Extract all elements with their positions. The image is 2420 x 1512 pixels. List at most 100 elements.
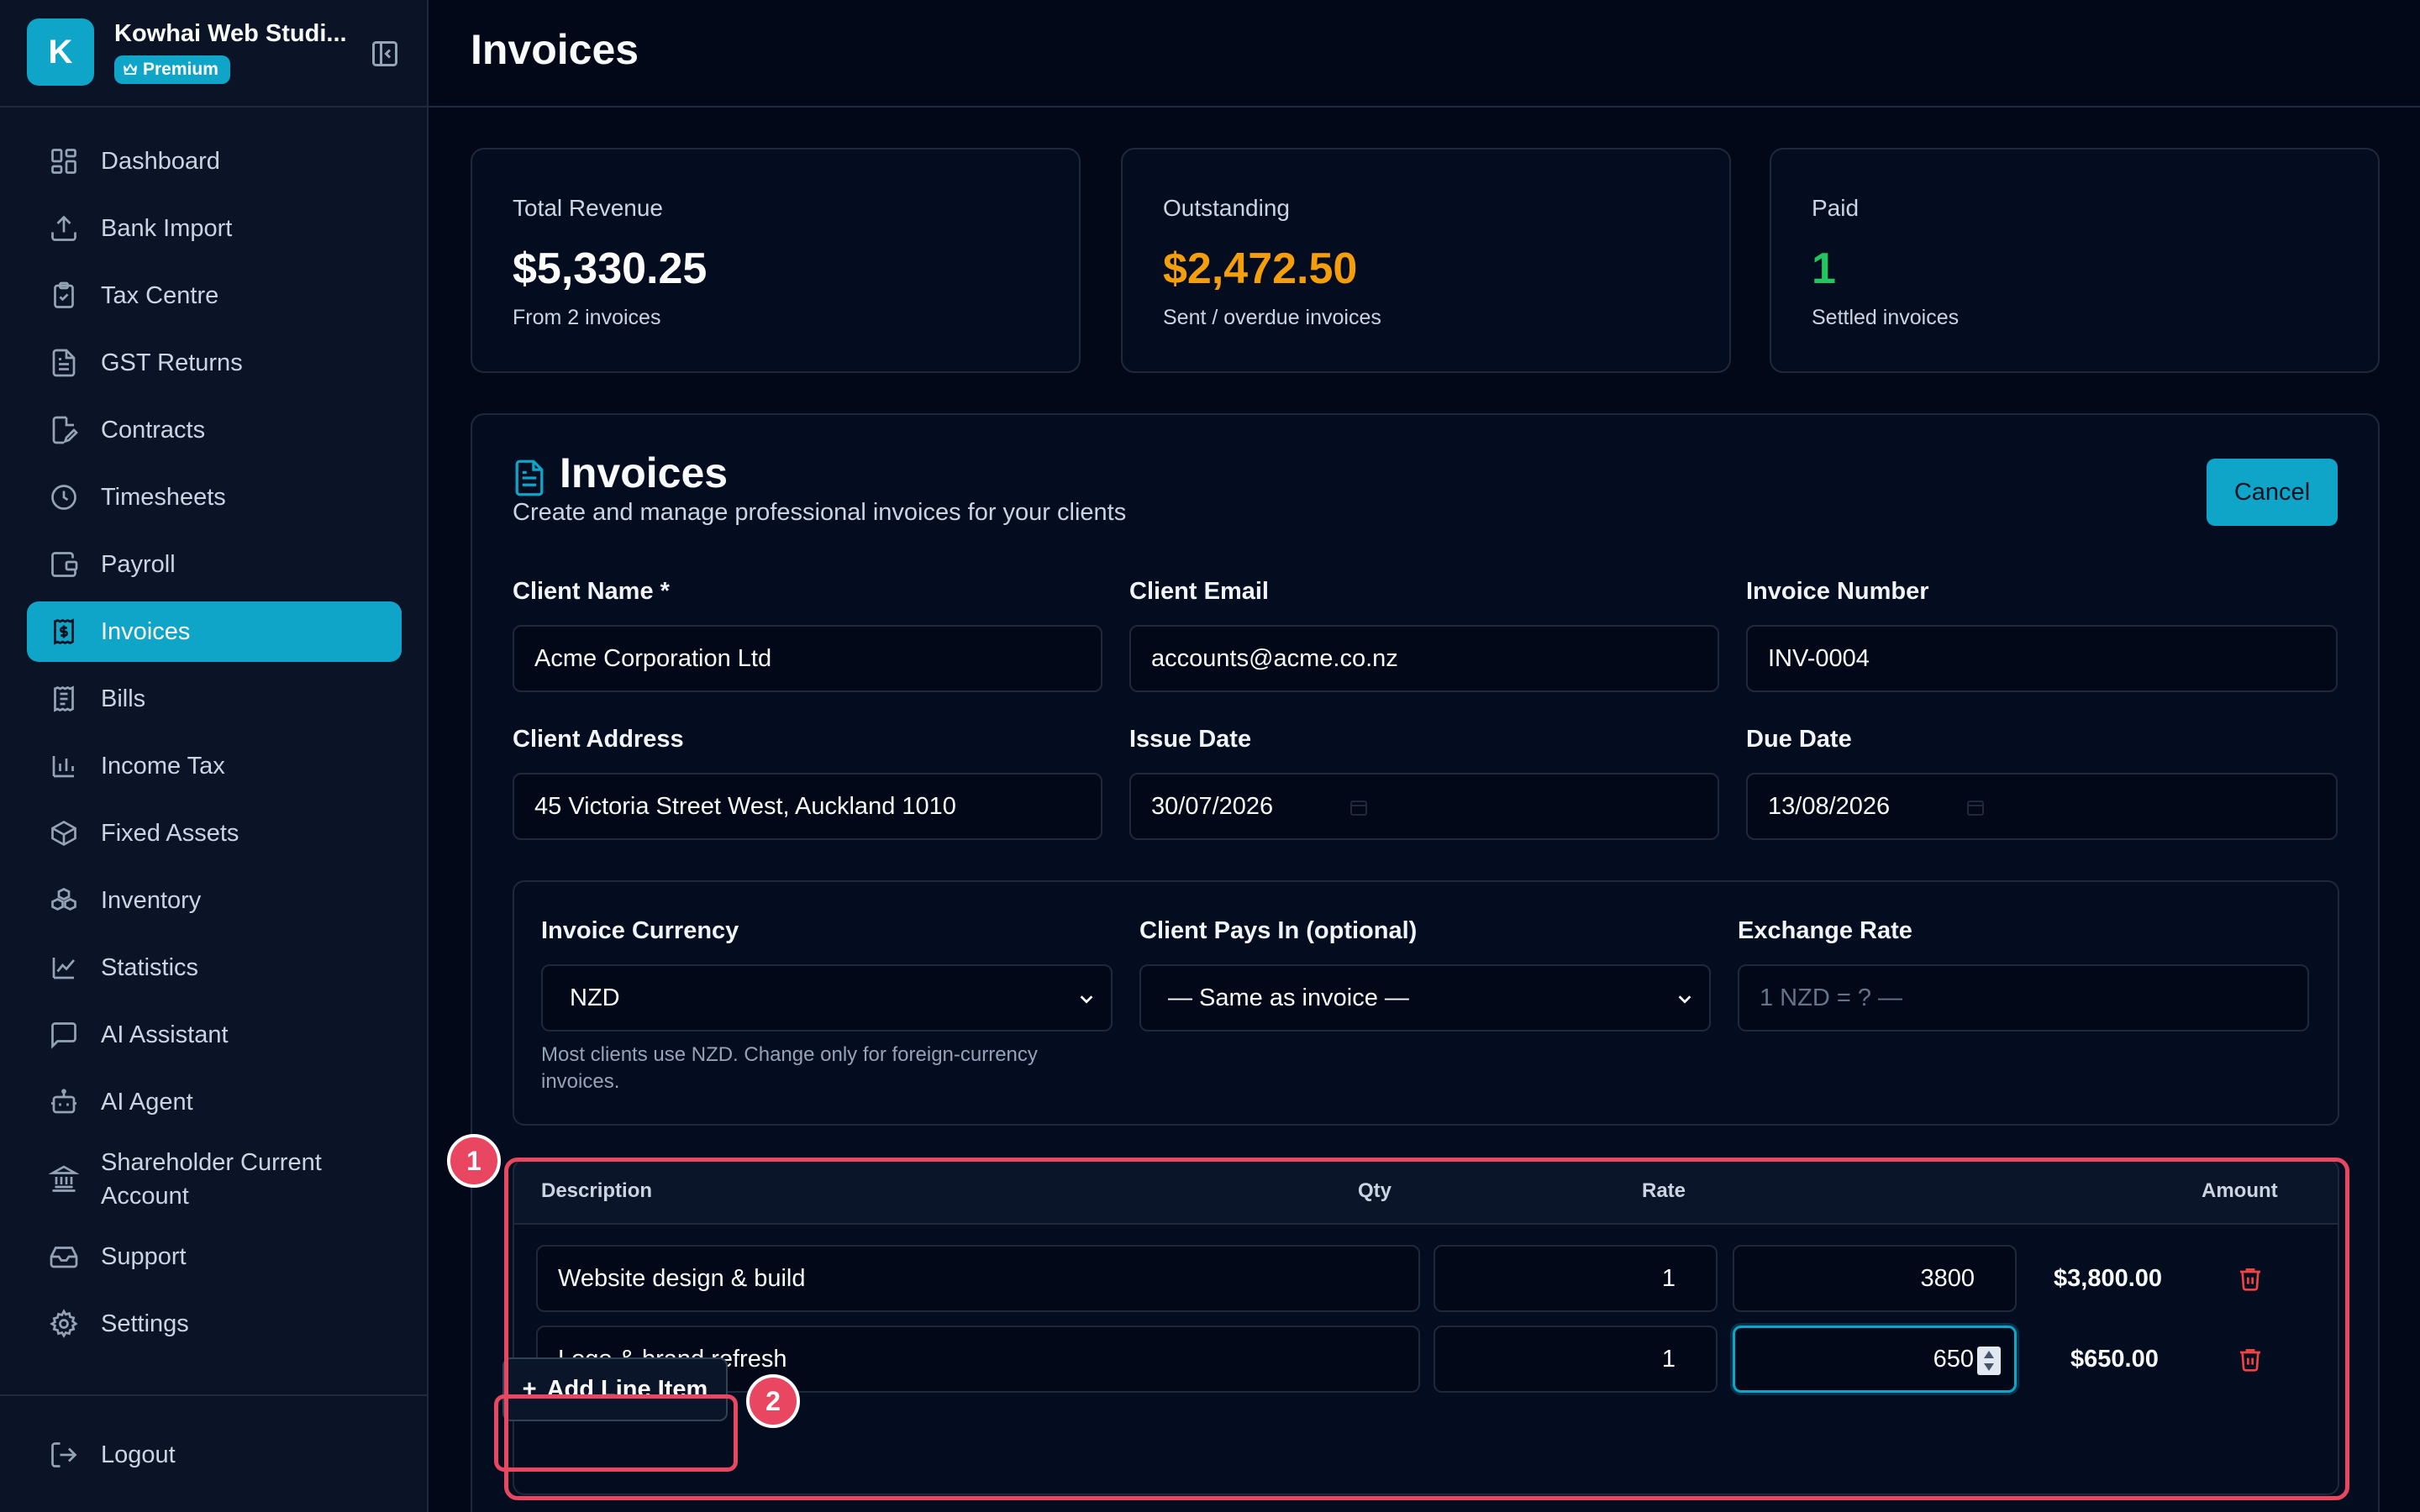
annotation-highlight-add-button	[494, 1394, 738, 1472]
client-name-label: Client Name *	[513, 578, 670, 605]
sidebar-item-timesheets[interactable]: Timesheets	[27, 467, 402, 528]
sidebar-item-label: Fixed Assets	[101, 820, 239, 847]
client-pays-in-value: — Same as invoice —	[1168, 984, 1409, 1011]
sidebar-item-fixed-assets[interactable]: Fixed Assets	[27, 803, 402, 864]
calendar-icon[interactable]	[1349, 798, 1368, 816]
sidebar-collapse-icon	[372, 41, 397, 66]
paid-value: 1	[1812, 244, 1836, 293]
exchange-rate-input[interactable]: 1 NZD = ? —	[1738, 964, 2309, 1032]
sidebar-item-label: Inventory	[101, 887, 202, 914]
sidebar-item-label: Income Tax	[101, 753, 225, 780]
exchange-rate-placeholder: 1 NZD = ? —	[1760, 984, 1903, 1011]
client-address-input[interactable]: 45 Victoria Street West, Auckland 1010	[513, 773, 1102, 840]
sidebar-item-support[interactable]: Support	[27, 1226, 402, 1287]
sidebar-item-shareholder-current-account[interactable]: Shareholder Current Account	[27, 1139, 402, 1220]
line-chart-icon	[47, 951, 81, 984]
gear-icon	[47, 1307, 81, 1341]
receipt-icon	[47, 682, 81, 716]
boxes-icon	[47, 884, 81, 917]
sidebar-item-invoices[interactable]: Invoices	[27, 601, 402, 662]
sidebar-item-label: AI Assistant	[101, 1021, 229, 1048]
bar-chart-icon	[47, 749, 81, 783]
document-icon	[47, 346, 81, 380]
sidebar-item-label: Statistics	[101, 954, 199, 981]
sidebar-item-label: Dashboard	[101, 148, 220, 175]
brand-logo[interactable]: K	[27, 18, 94, 86]
robot-icon	[47, 1085, 81, 1119]
wallet-icon	[47, 548, 81, 581]
due-date-input[interactable]: 13/08/2026	[1746, 773, 2338, 840]
paid-card: Paid 1 Settled invoices	[1770, 148, 2380, 373]
sidebar-item-payroll[interactable]: Payroll	[27, 534, 402, 595]
cancel-button[interactable]: Cancel	[2207, 459, 2338, 526]
invoice-currency-label: Invoice Currency	[541, 917, 739, 944]
sidebar-item-bank-import[interactable]: Bank Import	[27, 198, 402, 259]
organization-name[interactable]: Kowhai Web Studi...	[114, 20, 358, 48]
currency-helper-text: Most clients use NZD. Change only for fo…	[541, 1043, 1038, 1093]
sidebar-item-inventory[interactable]: Inventory	[27, 870, 402, 931]
client-email-label: Client Email	[1129, 578, 1269, 605]
invoice-number-input[interactable]: INV-0004	[1746, 625, 2338, 692]
sidebar-item-label: Timesheets	[101, 484, 226, 511]
client-pays-in-label: Client Pays In (optional)	[1139, 917, 1418, 944]
box-icon	[47, 816, 81, 850]
chevron-down-icon	[1080, 995, 1093, 1004]
receipt-dollar-icon	[47, 615, 81, 648]
due-date-label: Due Date	[1746, 726, 1852, 753]
sidebar-item-ai-assistant[interactable]: AI Assistant	[27, 1005, 402, 1065]
document-icon	[515, 459, 544, 496]
chat-icon	[47, 1018, 81, 1052]
paid-label: Paid	[1812, 195, 1860, 221]
upload-icon	[47, 212, 81, 245]
file-signature-icon	[47, 413, 81, 447]
logout-label: Logout	[101, 1441, 176, 1468]
sidebar-item-label: Bills	[101, 685, 146, 712]
sidebar-item-label: Settings	[101, 1310, 189, 1337]
total-revenue-value: $5,330.25	[513, 244, 708, 293]
total-revenue-sub: From 2 invoices	[513, 306, 661, 329]
issue-date-input[interactable]: 30/07/2026	[1129, 773, 1719, 840]
outstanding-sub: Sent / overdue invoices	[1163, 306, 1381, 329]
sidebar-item-dashboard[interactable]: Dashboard	[27, 131, 402, 192]
top-bar: Invoices	[429, 0, 2420, 108]
sidebar-item-statistics[interactable]: Statistics	[27, 937, 402, 998]
sidebar-item-income-tax[interactable]: Income Tax	[27, 736, 402, 796]
premium-label: Premium	[143, 60, 218, 79]
premium-badge: Premium	[114, 55, 230, 84]
sidebar-item-label: Bank Import	[101, 215, 233, 242]
crown-icon	[124, 64, 137, 75]
calendar-icon[interactable]	[1966, 798, 1985, 816]
sidebar-item-bills[interactable]: Bills	[27, 669, 402, 729]
collapse-sidebar-button[interactable]	[368, 37, 402, 71]
total-revenue-card: Total Revenue $5,330.25 From 2 invoices	[471, 148, 1081, 373]
logout-button[interactable]: Logout	[27, 1425, 402, 1485]
brand-header: K Kowhai Web Studi... Premium	[0, 0, 427, 108]
sidebar-item-label: Contracts	[101, 417, 206, 444]
chevron-down-icon	[1678, 995, 1691, 1004]
dashboard-icon	[47, 144, 81, 178]
issue-date-label: Issue Date	[1129, 726, 1252, 753]
total-revenue-label: Total Revenue	[513, 195, 664, 221]
sidebar-item-ai-agent[interactable]: AI Agent	[27, 1072, 402, 1132]
paid-sub: Settled invoices	[1812, 306, 1960, 329]
sidebar-item-label: Support	[101, 1243, 187, 1270]
client-email-input[interactable]: accounts@acme.co.nz	[1129, 625, 1719, 692]
invoice-number-label: Invoice Number	[1746, 578, 1929, 605]
sidebar-item-label: Invoices	[101, 618, 191, 645]
annotation-highlight-line-items	[504, 1158, 2349, 1500]
invoice-currency-value: NZD	[570, 984, 620, 1011]
outstanding-card: Outstanding $2,472.50 Sent / overdue inv…	[1121, 148, 1731, 373]
sidebar-item-settings[interactable]: Settings	[27, 1294, 402, 1354]
clock-icon	[47, 480, 81, 514]
logout-container: Logout	[27, 1425, 402, 1492]
panel-title: Invoices	[560, 449, 729, 496]
client-address-label: Client Address	[513, 726, 684, 753]
sidebar-item-label: GST Returns	[101, 349, 243, 376]
invoice-currency-select[interactable]: NZD	[541, 964, 1113, 1032]
sidebar-item-contracts[interactable]: Contracts	[27, 400, 402, 460]
client-name-input[interactable]: Acme Corporation Ltd	[513, 625, 1102, 692]
sidebar-item-tax-centre[interactable]: Tax Centre	[27, 265, 402, 326]
panel-subtitle: Create and manage professional invoices …	[513, 499, 1127, 526]
client-pays-in-select[interactable]: — Same as invoice —	[1139, 964, 1711, 1032]
sidebar-item-gst-returns[interactable]: GST Returns	[27, 333, 402, 393]
